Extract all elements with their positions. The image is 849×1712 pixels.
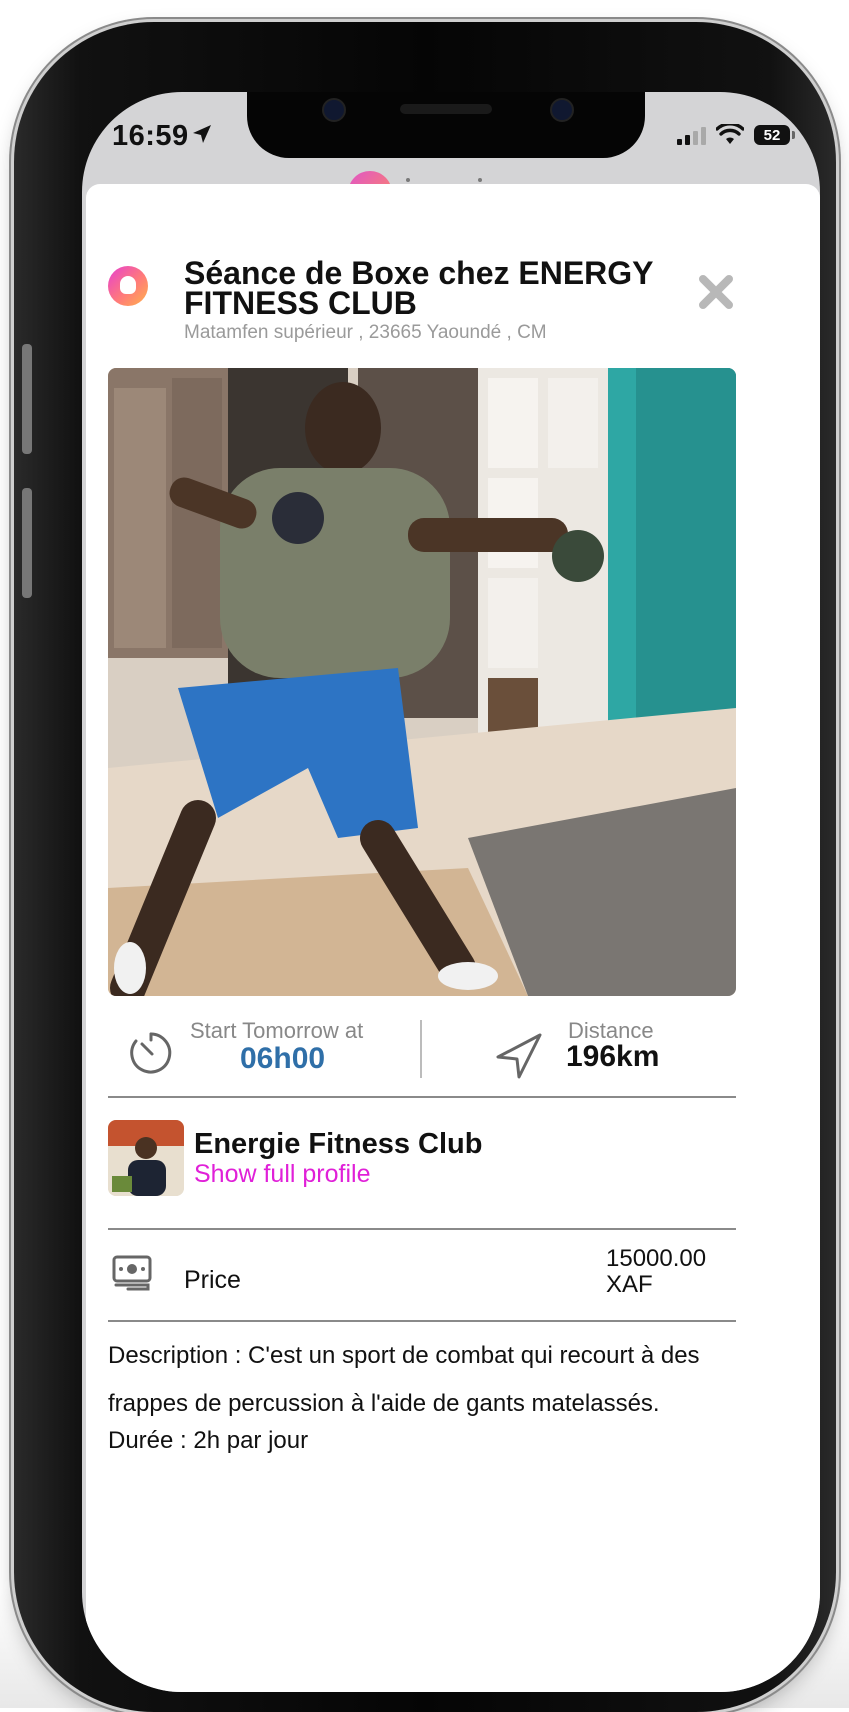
organizer-photo — [108, 1120, 184, 1196]
divider — [420, 1020, 422, 1078]
divider — [108, 1096, 736, 1098]
timer-icon — [130, 1032, 172, 1074]
price-amount: 15000.00 — [606, 1245, 707, 1272]
volume-up-button — [22, 344, 32, 454]
navigation-arrow-icon — [496, 1033, 542, 1079]
event-description: Description : C'est un sport de combat q… — [108, 1332, 736, 1458]
price-label: Price — [184, 1266, 241, 1294]
speaker — [400, 104, 492, 114]
start-time: 06h00 — [240, 1042, 326, 1075]
phone-frame: 16:59 52 Séance de Boxe chez ENERGY FITN… — [14, 22, 836, 1712]
status-time: 16:59 — [112, 120, 189, 152]
show-full-profile-link[interactable]: Show full profile — [194, 1160, 370, 1189]
battery-icon: 52 — [754, 125, 795, 145]
schedule-row: Start Tomorrow at 06h00 Distance 196km — [108, 1010, 736, 1092]
description-duration: Durée : 2h par jour — [108, 1427, 309, 1454]
description-text: Description : C'est un sport de combat q… — [108, 1342, 700, 1417]
background-dot — [478, 178, 482, 182]
volume-down-button — [22, 488, 32, 598]
notch — [247, 92, 645, 158]
organizer-name: Energie Fitness Club — [194, 1128, 483, 1160]
event-detail-sheet: Séance de Boxe chez ENERGY FITNESS CLUB … — [86, 184, 820, 1692]
divider — [108, 1228, 736, 1230]
app-logo — [108, 266, 148, 306]
organizer-avatar[interactable] — [108, 1120, 184, 1196]
background-dot — [406, 178, 410, 182]
event-photo — [108, 368, 736, 996]
status-icons: 52 — [677, 124, 795, 146]
camera-left — [322, 98, 346, 122]
distance-value: 196km — [566, 1040, 660, 1073]
boxer-photo — [108, 368, 736, 996]
event-title: Séance de Boxe chez ENERGY FITNESS CLUB — [184, 255, 653, 321]
event-address: Matamfen supérieur , 23665 Yaoundé , CM — [184, 322, 547, 343]
cash-icon — [112, 1255, 152, 1291]
camera-right — [550, 98, 574, 122]
phone-screen: 16:59 52 Séance de Boxe chez ENERGY FITN… — [82, 92, 820, 1692]
signal-icon — [677, 125, 706, 145]
price-value: 15000.00 XAF — [606, 1246, 706, 1298]
divider — [108, 1320, 736, 1322]
price-currency: XAF — [606, 1271, 653, 1298]
wifi-icon — [716, 124, 744, 144]
start-label: Start Tomorrow at — [190, 1018, 364, 1043]
location-arrow-icon — [193, 125, 211, 143]
close-icon[interactable] — [696, 272, 736, 312]
